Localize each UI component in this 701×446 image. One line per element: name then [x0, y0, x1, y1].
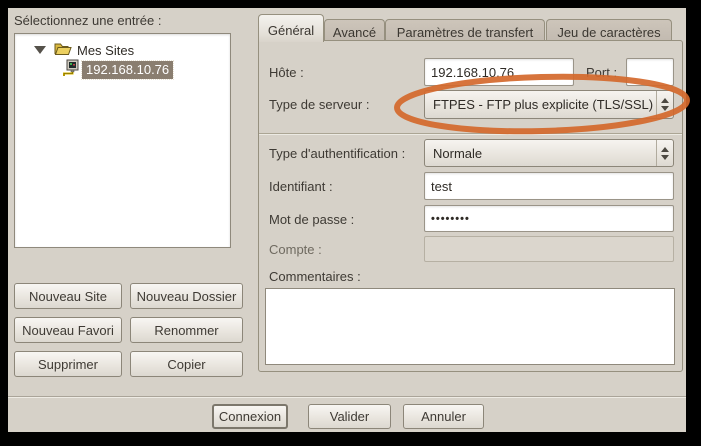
footer-separator — [8, 396, 686, 398]
copy-button[interactable]: Copier — [130, 351, 243, 377]
comments-label: Commentaires : — [269, 269, 361, 284]
auth-type-label: Type d'authentification : — [269, 146, 405, 161]
port-input[interactable] — [626, 58, 674, 86]
tab-general[interactable]: Général — [258, 14, 324, 42]
user-label: Identifiant : — [269, 179, 333, 194]
host-input[interactable] — [424, 58, 574, 86]
tab-avance[interactable]: Avancé — [324, 19, 385, 41]
section-separator — [259, 133, 682, 135]
expander-down-icon[interactable] — [34, 46, 46, 54]
general-tab-panel: Hôte : Port : Type de serveur : FTPES - … — [258, 40, 683, 372]
tree-item-mes-sites[interactable]: Mes Sites — [15, 40, 230, 60]
comments-textarea[interactable] — [265, 288, 675, 365]
cancel-button[interactable]: Annuler — [403, 404, 484, 429]
folder-open-icon — [54, 42, 72, 59]
new-bookmark-button[interactable]: Nouveau Favori — [14, 317, 122, 343]
delete-button[interactable]: Supprimer — [14, 351, 122, 377]
tree-item-label[interactable]: Mes Sites — [77, 43, 134, 58]
password-label: Mot de passe : — [269, 212, 354, 227]
new-folder-button[interactable]: Nouveau Dossier — [130, 283, 243, 309]
new-site-button[interactable]: Nouveau Site — [14, 283, 122, 309]
site-manager-dialog: Sélectionnez une entrée : Mes Sites — [8, 8, 686, 432]
spinner-arrows-icon[interactable] — [656, 91, 673, 118]
user-input[interactable] — [424, 172, 674, 200]
spinner-arrows-icon[interactable] — [656, 140, 673, 166]
auth-type-combo[interactable]: Normale — [424, 139, 674, 167]
account-input — [424, 236, 674, 262]
tab-parametres-transfert[interactable]: Paramètres de transfert — [385, 19, 545, 41]
connect-button[interactable]: Connexion — [212, 404, 288, 429]
account-label: Compte : — [269, 242, 322, 257]
server-type-combo[interactable]: FTPES - FTP plus explicite (TLS/SSL) — [424, 90, 674, 119]
tree-item-site[interactable]: 192.168.10.76 — [15, 60, 230, 80]
server-type-value: FTPES - FTP plus explicite (TLS/SSL) — [425, 97, 656, 112]
server-icon — [63, 59, 80, 81]
host-label: Hôte : — [269, 65, 304, 80]
password-input[interactable] — [424, 205, 674, 232]
port-label: Port : — [586, 65, 617, 80]
server-type-label: Type de serveur : — [269, 97, 369, 112]
rename-button[interactable]: Renommer — [130, 317, 243, 343]
site-tree[interactable]: Mes Sites 192.168.10.76 — [14, 33, 231, 248]
ok-button[interactable]: Valider — [308, 404, 391, 429]
select-entry-label: Sélectionnez une entrée : — [14, 13, 161, 28]
auth-type-value: Normale — [425, 146, 656, 161]
tree-item-label-selected[interactable]: 192.168.10.76 — [82, 61, 173, 79]
tab-jeu-de-caracteres[interactable]: Jeu de caractères — [546, 19, 672, 41]
